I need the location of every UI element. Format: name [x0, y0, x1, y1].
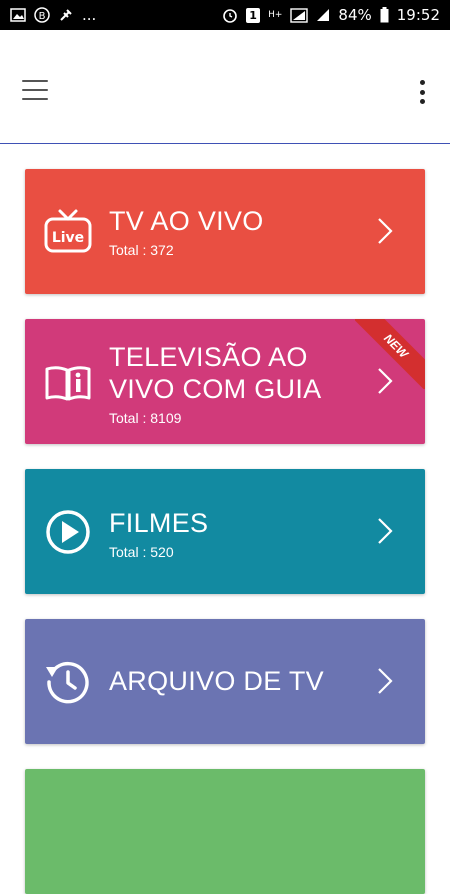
more-vertical-icon[interactable]	[416, 80, 428, 104]
network-type: H+	[268, 10, 283, 20]
image-notification-icon	[10, 8, 26, 22]
notification-badge: 1	[246, 7, 261, 23]
card-text: ARQUIVO DE TV	[109, 665, 365, 697]
more-dot	[419, 99, 425, 104]
alarm-icon	[222, 7, 238, 23]
battery-percent: 84%	[338, 6, 372, 24]
battery-icon	[380, 7, 389, 23]
card-movies[interactable]: FILMES Total : 520	[25, 469, 425, 594]
plug-notification-icon	[58, 7, 74, 23]
card-title: ARQUIVO DE TV	[109, 666, 324, 696]
menu-line	[22, 89, 48, 91]
more-dot	[419, 89, 425, 95]
card-tv-guide[interactable]: TELEVISÃO AO VIVO COM GUIA Total : 8109 …	[25, 319, 425, 444]
status-left: B ...	[10, 6, 96, 24]
status-overflow: ...	[82, 6, 97, 24]
svg-text:Live: Live	[52, 230, 84, 246]
more-dot	[419, 80, 425, 85]
new-badge-label: NEW	[355, 319, 425, 389]
card-text: TV AO VIVO Total : 372	[109, 205, 365, 258]
signal-icon	[290, 7, 309, 23]
live-tv-icon: Live	[43, 207, 93, 257]
card-text: FILMES Total : 520	[109, 507, 365, 560]
chevron-right-icon	[378, 668, 393, 694]
history-icon	[43, 657, 93, 707]
play-circle-icon	[43, 507, 93, 557]
menu-line	[22, 80, 48, 82]
card-title: FILMES	[109, 508, 209, 538]
card-live-tv[interactable]: Live TV AO VIVO Total : 372	[25, 169, 425, 294]
card-total: Total : 372	[109, 242, 174, 258]
card-total: Total : 520	[109, 544, 174, 560]
card-total: Total : 8109	[109, 410, 182, 426]
card-text: TELEVISÃO AO VIVO COM GUIA Total : 8109	[109, 341, 365, 426]
new-badge: NEW	[355, 319, 425, 389]
chevron-right-icon	[378, 218, 393, 244]
card-title: TV AO VIVO	[109, 206, 264, 236]
status-bar: B ... 1 H+ 84% 19:52	[0, 0, 450, 30]
card-partial[interactable]	[25, 769, 425, 894]
status-right: 1 H+ 84% 19:52	[222, 6, 440, 24]
chevron-right-icon	[378, 518, 393, 544]
card-tv-archive[interactable]: ARQUIVO DE TV	[25, 619, 425, 744]
menu-line	[22, 98, 48, 100]
signal-strength-icon	[316, 8, 330, 22]
svg-text:B: B	[39, 11, 46, 22]
hamburger-menu-icon[interactable]	[20, 78, 50, 102]
bitcoin-notification-icon: B	[34, 7, 50, 23]
app-bar	[0, 30, 450, 144]
card-title: TELEVISÃO AO VIVO COM GUIA	[109, 342, 322, 404]
clock: 19:52	[396, 6, 440, 24]
guide-book-icon	[43, 357, 93, 407]
